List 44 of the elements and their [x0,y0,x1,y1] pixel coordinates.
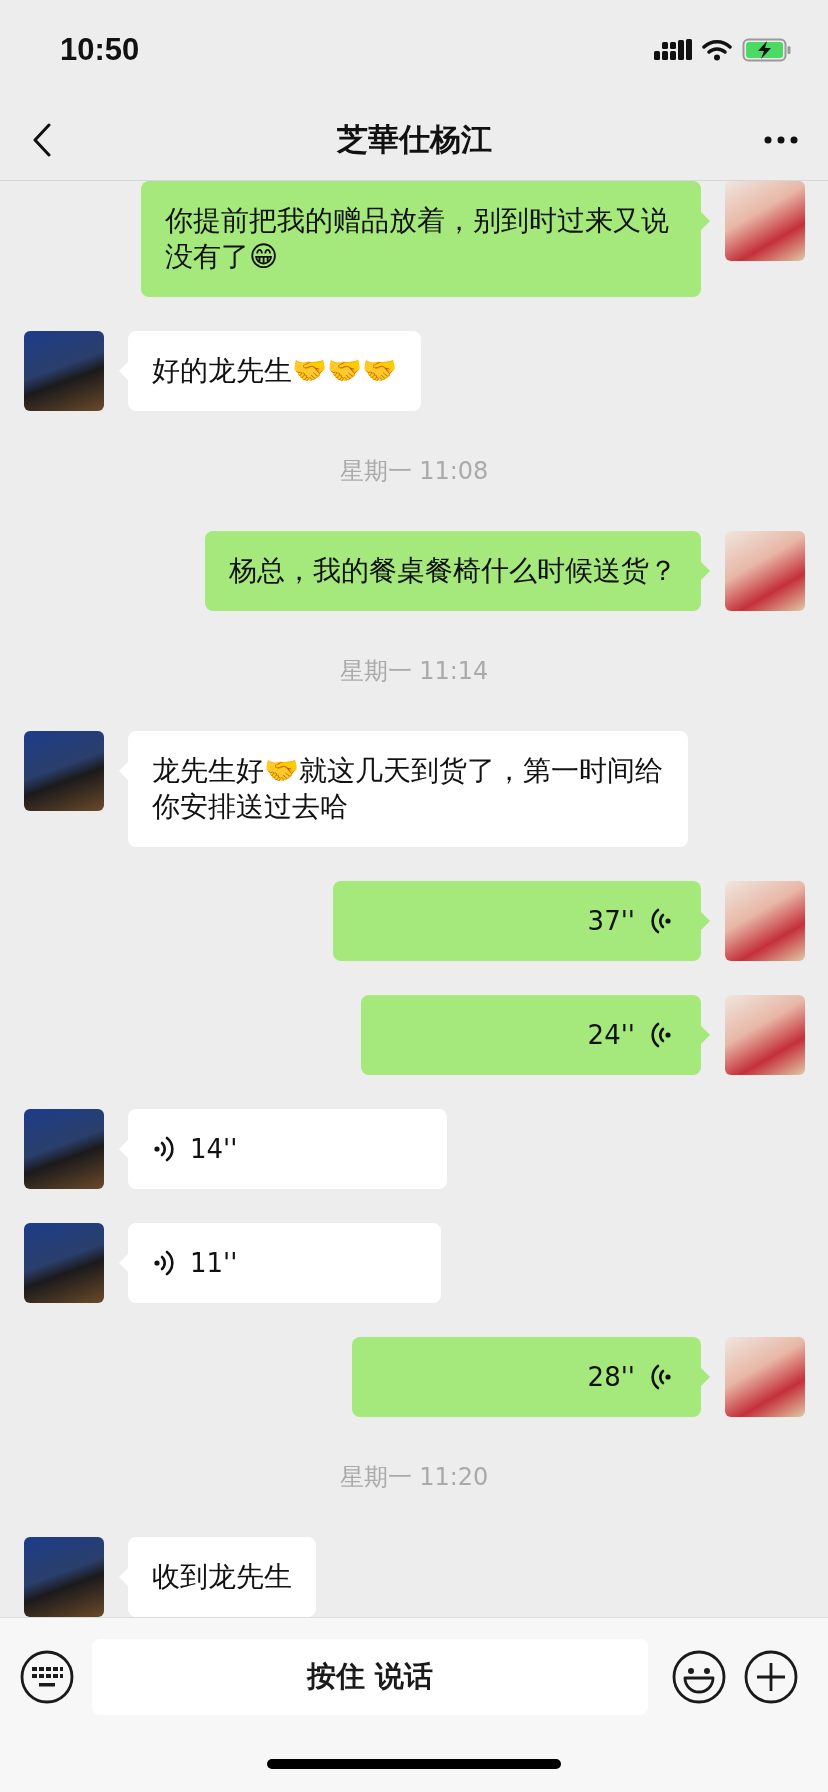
voice-message[interactable]: 14'' [128,1109,448,1190]
bubble-tail [701,212,710,231]
message-bubble: 龙先生好🤝就这几天到货了，第一时间给你安排送过去哈 [128,731,688,848]
hold-to-talk-button[interactable]: 按住 说话 [92,1638,648,1715]
avatar-photo-placeholder[interactable] [725,1337,805,1418]
avatar-photo-placeholder[interactable] [24,731,104,812]
avatar-photo-placeholder[interactable] [24,1223,104,1304]
more-icon[interactable] [764,135,798,144]
bubble-tail [701,912,710,931]
bubble-tail [701,562,710,581]
status-time: 10:50 [60,31,140,68]
avatar-photo-placeholder[interactable] [725,181,805,262]
voice-message[interactable]: 37'' [333,881,701,962]
add-icon[interactable] [744,1649,798,1704]
bubble-tail [701,1368,710,1387]
wifi-icon [702,38,732,61]
battery-charging-icon [742,37,792,62]
avatar-photo-placeholder[interactable] [725,995,805,1076]
message-timestamp: 星期一 11:14 [339,656,489,688]
avatar-photo-placeholder[interactable] [24,331,104,412]
voice-wave-icon [154,1249,174,1278]
voice-message[interactable]: 28'' [352,1337,701,1418]
message-bubble: 好的龙先生🤝🤝🤝 [128,331,421,412]
voice-wave-icon [651,1363,671,1392]
avatar-photo-placeholder[interactable] [725,881,805,962]
bubble-tail [701,1026,710,1045]
avatar-photo-placeholder[interactable] [24,1109,104,1190]
message-timestamp: 星期一 11:08 [339,456,489,488]
message-bubble: 杨总，我的餐桌餐椅什么时候送货？ [205,531,701,612]
keyboard-icon[interactable] [20,1649,74,1704]
cellular-signal-icon [654,38,692,61]
voice-wave-icon [651,1021,671,1050]
avatar-photo-placeholder[interactable] [24,1537,104,1618]
voice-wave-icon [154,1135,174,1164]
avatar-photo-placeholder[interactable] [725,531,805,612]
voice-wave-icon [651,907,671,936]
message-bubble: 收到龙先生 [128,1537,316,1618]
chat-title: 芝華仕杨江 [336,119,492,159]
emoji-icon[interactable] [672,1649,726,1704]
back-icon[interactable] [32,122,52,157]
message-bubble: 你提前把我的赠品放着，别到时过来又说没有了😁 [141,181,701,298]
voice-message[interactable]: 24'' [360,995,701,1076]
voice-message[interactable]: 11'' [128,1223,442,1304]
message-timestamp: 星期一 11:20 [339,1462,489,1494]
